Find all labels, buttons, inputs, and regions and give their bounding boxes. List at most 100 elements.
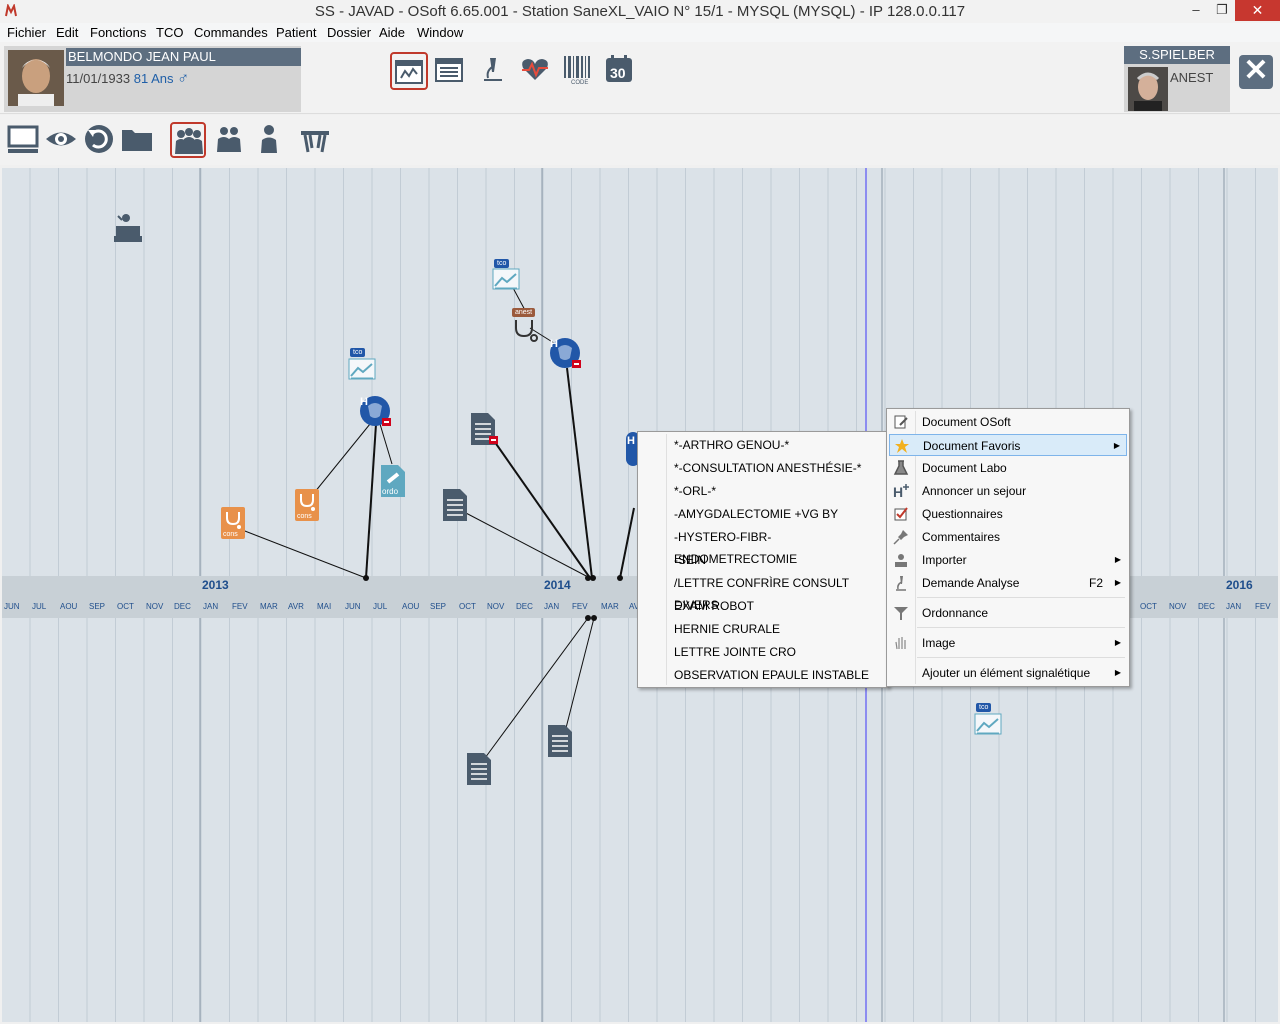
- favorite-item[interactable]: *-ORL-*: [640, 480, 886, 502]
- microscope-icon: [896, 576, 906, 591]
- computer-icon[interactable]: [6, 122, 42, 158]
- favorites-submenu: *-ARTHRO GENOU-* *-CONSULTATION ANESTHÉSI…: [637, 431, 889, 688]
- menu-importer[interactable]: Importer ▶: [889, 549, 1127, 571]
- user-card[interactable]: S.SPIELBER ANEST: [1124, 46, 1230, 112]
- document-icon[interactable]: [470, 412, 498, 445]
- refresh-icon[interactable]: [82, 122, 118, 158]
- patient-header: BELMONDO JEAN PAUL 11/01/1933 81 Ans ♂: [0, 42, 1280, 114]
- folder-icon[interactable]: [120, 122, 156, 158]
- menu-ajouter-element[interactable]: Ajouter un élément signalétique ▶: [889, 662, 1127, 684]
- menu-commandes[interactable]: Commandes: [194, 25, 268, 40]
- menu-fonctions[interactable]: Fonctions: [90, 25, 146, 40]
- menu-window[interactable]: Window: [417, 25, 463, 40]
- patient-dob-age: 11/01/1933 81 Ans ♂: [66, 70, 189, 88]
- menu-aide[interactable]: Aide: [379, 25, 405, 40]
- menu-dossier[interactable]: Dossier: [327, 25, 371, 40]
- menu-document-favoris[interactable]: Document Favoris ▶: [889, 434, 1127, 456]
- menu-patient[interactable]: Patient: [276, 25, 316, 40]
- prescription-icon[interactable]: ordo: [380, 464, 406, 497]
- stethoscope-icon[interactable]: [512, 318, 538, 346]
- document-icon[interactable]: [442, 488, 468, 521]
- favorite-item[interactable]: *-CONSULTATION ANESTHÉSIE-*: [640, 457, 886, 479]
- funnel-icon: [894, 607, 908, 620]
- tco-tag: tco: [976, 703, 992, 712]
- document-list-icon[interactable]: [432, 52, 470, 90]
- menu-questionnaires[interactable]: Questionnaires: [889, 503, 1127, 525]
- favorite-item[interactable]: EXAM ROBOT: [640, 595, 886, 617]
- chart-icon[interactable]: [492, 268, 520, 296]
- menu-tco[interactable]: TCO: [156, 25, 183, 40]
- menu-edit[interactable]: Edit: [56, 25, 78, 40]
- group-icon[interactable]: [170, 122, 206, 158]
- person-icon[interactable]: [252, 122, 288, 158]
- menu-demande-analyse[interactable]: Demande Analyse F2 ▶: [889, 572, 1127, 594]
- user-avatar: [1128, 67, 1168, 111]
- menu-document-osoft[interactable]: Document OSoft: [889, 411, 1127, 433]
- microscope-icon[interactable]: [476, 52, 514, 90]
- svg-text:H: H: [627, 435, 635, 447]
- menu-commentaires[interactable]: Commentaires: [889, 526, 1127, 548]
- minimize-button[interactable]: –: [1183, 0, 1209, 21]
- barcode-icon[interactable]: CODE: [560, 52, 598, 90]
- patient-age: 81 Ans: [133, 71, 174, 86]
- svg-text:H: H: [360, 396, 368, 408]
- svg-text:cons: cons: [223, 531, 238, 538]
- eye-icon[interactable]: [44, 122, 80, 158]
- menu-annoncer-sejour[interactable]: H Annoncer un sejour: [889, 480, 1127, 502]
- star-icon: [895, 439, 909, 453]
- import-icon: [895, 554, 907, 567]
- male-icon: ♂: [177, 70, 190, 87]
- favorite-item[interactable]: /LETTRE CONFRÌRE CONSULT DIVERS: [640, 572, 886, 612]
- favorite-item[interactable]: *-ARTHRO GENOU-*: [640, 434, 886, 456]
- hospital-stay-icon[interactable]: H: [358, 394, 391, 426]
- close-patient-button[interactable]: ✕: [1239, 55, 1273, 89]
- patient-card[interactable]: BELMONDO JEAN PAUL 11/01/1933 81 Ans ♂: [4, 46, 301, 112]
- barcode-label: CODE: [571, 80, 588, 86]
- consultation-icon[interactable]: cons: [294, 488, 320, 521]
- anest-tag: anest: [512, 308, 536, 317]
- tco-tag: tco: [350, 348, 366, 357]
- favorite-item[interactable]: HERNIE CRURALE: [640, 618, 886, 640]
- favorite-item[interactable]: -SEIN: [640, 549, 886, 571]
- consultation-icon[interactable]: cons: [220, 506, 246, 539]
- menu-bar: Fichier Edit Fonctions TCO Commandes Pat…: [0, 23, 1280, 42]
- favorite-item[interactable]: -AMYGDALECTOMIE +VG BY: [640, 503, 886, 525]
- hand-icon: [895, 637, 906, 650]
- heart-icon[interactable]: [518, 52, 556, 90]
- favorite-item[interactable]: OBSERVATION EPAULE INSTABLE: [640, 664, 886, 686]
- document-edit-icon: [894, 415, 908, 429]
- pin-icon: [893, 530, 908, 545]
- menu-image[interactable]: Image ▶: [889, 632, 1127, 654]
- hospital-stay-icon[interactable]: H: [548, 336, 581, 368]
- menu-document-labo[interactable]: Document Labo: [889, 457, 1127, 479]
- svg-text:ordo: ordo: [382, 487, 399, 496]
- user-name: S.SPIELBER: [1124, 46, 1230, 64]
- secondary-toolbar: [0, 115, 1280, 165]
- timeline-icon[interactable]: [390, 52, 428, 90]
- window-title-bar: SS - JAVAD - OSoft 6.65.001 - Station Sa…: [0, 0, 1280, 23]
- maximize-button[interactable]: ❐: [1209, 0, 1235, 21]
- user-role: ANEST: [1170, 70, 1214, 85]
- document-icon[interactable]: [466, 752, 492, 785]
- favorite-item[interactable]: LETTRE JOINTE CRO: [640, 641, 886, 663]
- calendar-day: 30: [610, 65, 626, 81]
- table-icon[interactable]: [298, 122, 334, 158]
- document-icon[interactable]: [547, 724, 573, 757]
- svg-text:cons: cons: [297, 513, 312, 520]
- couple-icon[interactable]: [212, 122, 248, 158]
- close-window-button[interactable]: ✕: [1235, 0, 1280, 21]
- hospital-plus-icon: H: [893, 484, 909, 499]
- window-title: SS - JAVAD - OSoft 6.65.001 - Station Sa…: [314, 3, 966, 20]
- patient-name: BELMONDO JEAN PAUL: [66, 48, 301, 66]
- menu-fichier[interactable]: Fichier: [7, 25, 46, 40]
- flask-icon: [893, 460, 909, 475]
- favorite-item[interactable]: -HYSTERO-FIBR-ENDOMETRECTOMIE: [640, 526, 886, 566]
- calendar-30-icon[interactable]: 30: [602, 52, 640, 90]
- anesthesia-patient-icon[interactable]: [112, 210, 142, 242]
- svg-text:H: H: [893, 484, 903, 499]
- patient-avatar: [8, 50, 64, 106]
- chart-icon[interactable]: [348, 358, 376, 386]
- menu-ordonnance[interactable]: Ordonnance: [889, 602, 1127, 624]
- chart-icon[interactable]: [974, 713, 1002, 741]
- svg-text:H: H: [550, 338, 558, 350]
